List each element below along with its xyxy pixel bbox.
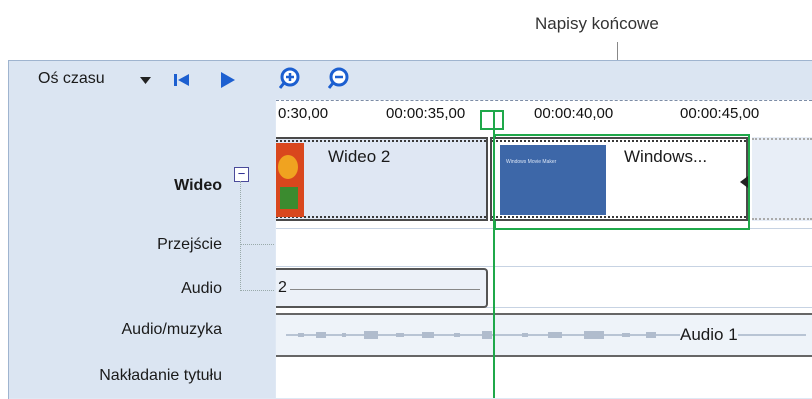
clip-title: Audio 1 [680, 325, 738, 345]
timeline-toolbar [9, 61, 812, 99]
thumb-text: Windows Movie Maker [506, 159, 557, 165]
zoom-out-icon[interactable] [328, 66, 352, 92]
video-track-label: Wideo [174, 177, 222, 194]
clip-thumbnail: Windows Movie Maker [500, 145, 606, 215]
clip-title: Wideo 2 [328, 147, 391, 166]
trim-handle-icon[interactable] [740, 176, 748, 188]
time-ruler[interactable]: 0:30,00 00:00:35,00 00:00:40,00 00:00:45… [276, 100, 812, 136]
timeline-view-button[interactable]: Oś czasu [38, 70, 105, 88]
clip-thumbnail [276, 143, 304, 217]
clip-title: 2 [278, 279, 287, 296]
video-clip-windows[interactable]: Windows Movie Maker Windows... [490, 137, 748, 221]
playhead-handle[interactable] [480, 110, 504, 130]
video-clip-wideo2[interactable]: Wideo 2 [276, 137, 488, 221]
playhead-line[interactable] [493, 110, 495, 398]
title-overlay-track-label: Nakładanie tytułu [99, 367, 222, 384]
video-clip-next[interactable] [752, 137, 812, 221]
ruler-tick: 0:30,00 [278, 105, 329, 122]
audio-music-clip[interactable]: Audio 1 [276, 313, 812, 357]
audio-music-track-label: Audio/muzyka [121, 321, 223, 338]
ruler-tick: 00:00:35,00 [386, 105, 466, 122]
transition-track-row[interactable] [276, 229, 812, 267]
title-overlay-track-row[interactable] [276, 357, 812, 398]
clip-title: Windows... [624, 147, 708, 166]
audio-clip[interactable]: 2 [276, 268, 488, 308]
play-icon[interactable] [220, 72, 236, 88]
callout-label: Napisy końcowe [535, 14, 659, 33]
audio-track-label: Audio [181, 280, 222, 297]
zoom-in-icon[interactable] [279, 66, 303, 92]
ruler-tick: 00:00:45,00 [680, 105, 760, 122]
collapse-toggle[interactable]: − [234, 167, 249, 182]
transition-track-label: Przejście [157, 236, 222, 253]
timeline-view-label: Oś czasu [38, 70, 105, 87]
triangle-down-icon[interactable] [140, 77, 151, 85]
ruler-tick: 00:00:40,00 [534, 105, 614, 122]
skip-start-icon[interactable] [174, 73, 190, 87]
track-header-panel [9, 61, 275, 398]
